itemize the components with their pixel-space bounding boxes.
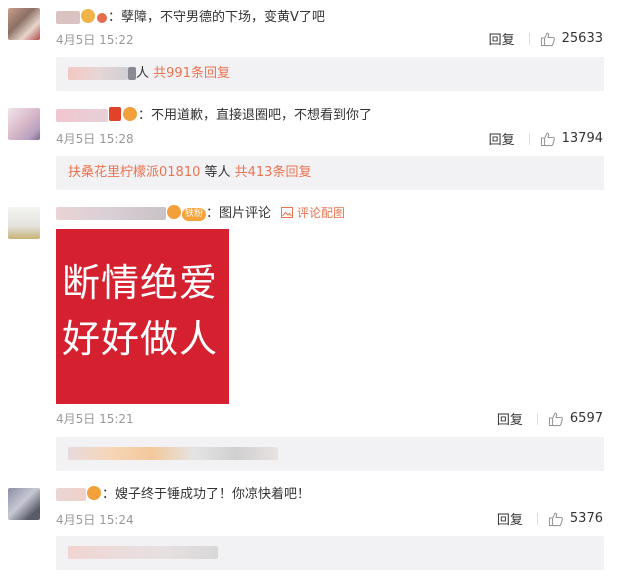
comment-text: ：嫂子终于锤成功了！你凉快着吧！ (102, 487, 311, 502)
image-text-line-1: 断情绝爱 (62, 261, 219, 305)
comment-image[interactable]: 断情绝爱 好好做人 (56, 229, 229, 404)
reply-summary[interactable]: 人 共991条回复 (56, 57, 604, 91)
comment-time: 4月5日 15:21 (56, 412, 134, 426)
divider (528, 132, 530, 145)
crown-icon (123, 107, 137, 121)
red-envelope-icon (109, 107, 121, 121)
thumbs-up-icon (548, 412, 563, 426)
like-button[interactable]: 25633 (540, 31, 603, 47)
reply-preview-blurred (68, 546, 218, 559)
reply-summary[interactable] (56, 437, 604, 471)
username-blurred[interactable] (56, 488, 86, 501)
crown-icon (87, 486, 101, 500)
like-count: 13794 (561, 131, 603, 146)
reply-count-link[interactable]: 共413条回复 (235, 165, 312, 180)
like-button[interactable]: 13794 (540, 131, 603, 147)
comment-image-link[interactable]: 评论配图 (281, 206, 345, 220)
comment-time: 4月5日 15:28 (56, 132, 134, 146)
username-blurred[interactable] (56, 109, 108, 122)
avatar[interactable] (8, 488, 40, 520)
image-icon (281, 207, 294, 218)
comment-4: ：嫂子终于锤成功了！你凉快着吧！ 4月5日 15:24 回复 5376 (0, 486, 620, 577)
replier-blurred (68, 67, 128, 80)
comment-time: 4月5日 15:22 (56, 33, 134, 47)
divider (536, 512, 538, 525)
reply-summary[interactable]: 扶桑花里柠檬派01810 等人 共413条回复 (56, 156, 604, 190)
reply-summary-mid: 等人 (200, 165, 235, 180)
reply-button[interactable]: 回复 (497, 409, 523, 428)
like-button[interactable]: 6597 (548, 411, 603, 427)
like-count: 6597 (569, 411, 603, 426)
divider (536, 412, 538, 425)
divider (528, 32, 530, 45)
reply-summary[interactable] (56, 536, 604, 570)
reply-button[interactable]: 回复 (489, 129, 515, 148)
replier-link[interactable]: 扶桑花里柠檬派01810 (68, 165, 200, 180)
reply-preview-blurred (68, 447, 278, 460)
like-button[interactable]: 5376 (548, 511, 603, 527)
reply-button[interactable]: 回复 (497, 509, 523, 528)
comment-1: ：孽障，不守男德的下场，变黄V了吧 4月5日 15:22 回复 25633 人 … (0, 6, 620, 94)
comment-text: ：不用道歉，直接退圈吧，不想看到你了 (138, 108, 373, 123)
avatar[interactable] (8, 8, 40, 40)
comment-time: 4月5日 15:24 (56, 513, 134, 527)
comment-text: ：图片评论 (206, 206, 272, 221)
reply-button[interactable]: 回复 (489, 29, 515, 48)
username-blurred[interactable] (56, 207, 166, 220)
vip-badge-icon (81, 9, 95, 23)
thumbs-up-icon (548, 512, 563, 526)
comment-2: ：不用道歉，直接退圈吧，不想看到你了 4月5日 15:28 回复 13794 扶… (0, 106, 620, 194)
crown-icon (97, 13, 107, 23)
replier-blurred-2 (128, 67, 136, 80)
comment-text: ：孽障，不守男德的下场，变黄V了吧 (108, 10, 325, 25)
crown-icon (167, 205, 181, 219)
avatar[interactable] (8, 108, 40, 140)
avatar[interactable] (8, 207, 40, 239)
like-count: 5376 (569, 511, 603, 526)
thumbs-up-icon (540, 132, 555, 146)
like-count: 25633 (561, 31, 603, 46)
thumbs-up-icon (540, 32, 555, 46)
reply-count-link[interactable]: 共991条回复 (153, 66, 230, 81)
image-text-line-2: 好好做人 (62, 317, 219, 361)
fan-badge: 铁粉 (182, 208, 207, 221)
username-blurred[interactable] (56, 11, 80, 24)
comment-image-label: 评论配图 (297, 206, 346, 220)
reply-summary-prefix: 人 (136, 66, 150, 81)
